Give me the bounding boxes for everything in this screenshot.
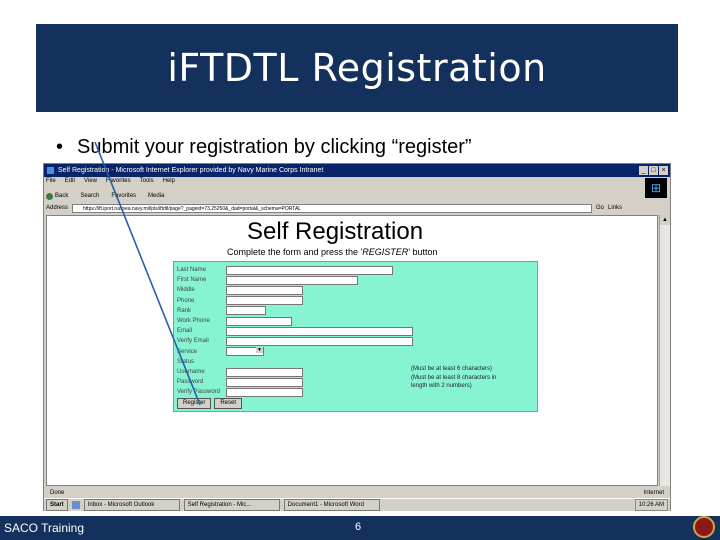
ie-app-icon (47, 167, 54, 174)
password-hint-line1: (Must be at least 8 characters in (411, 375, 497, 381)
form-row: Username (177, 367, 303, 377)
menu-tools[interactable]: Tools (140, 178, 154, 188)
field-label: Email (177, 328, 193, 335)
form-buttons: Register Reset (177, 398, 243, 409)
form-row: Password (177, 377, 303, 387)
reset-button[interactable]: Reset (214, 398, 243, 409)
form-row: Email (177, 326, 413, 336)
field-label: Work Phone (177, 318, 210, 324)
minimize-icon[interactable]: _ (639, 166, 648, 175)
register-button[interactable]: Register (177, 398, 212, 409)
field-label: Verify Email (177, 338, 209, 345)
status-zone: Internet (643, 489, 664, 496)
windows-logo-icon: ⊞ (645, 178, 667, 198)
browser-screenshot: Self Registration - Microsoft Internet E… (43, 163, 671, 511)
maximize-icon[interactable]: □ (649, 166, 658, 175)
field-input[interactable] (226, 285, 303, 295)
field-label: Verify Password (177, 389, 221, 396)
form-row: Verify Email (177, 336, 413, 346)
task-word[interactable]: Document1 - Microsoft Word (283, 499, 380, 511)
field-input[interactable] (226, 265, 393, 275)
form-row: Last Name (177, 265, 393, 275)
menu-edit[interactable]: Edit (65, 178, 75, 188)
field-input[interactable] (226, 326, 413, 336)
username-hint: (Must be at least 6 characters) (411, 366, 493, 372)
password-hint-line2: length with 2 numbers) (411, 383, 472, 389)
close-icon[interactable]: × (659, 166, 668, 175)
slide-footer: SACO Training 6 (0, 516, 720, 540)
service-select[interactable] (226, 347, 264, 357)
favorites-button[interactable]: Favorites (111, 193, 136, 199)
bullet-point: • Submit your registration by clicking “… (56, 136, 472, 159)
field-label: Rank (177, 307, 192, 314)
field-input[interactable] (226, 306, 266, 316)
page-heading: Self Registration (247, 218, 424, 245)
field-label: Username (177, 369, 205, 375)
windows-taskbar: Start Inbox - Microsoft Outlook Self Reg… (44, 498, 670, 511)
bullet-text: Submit your registration by clicking “re… (77, 136, 472, 158)
task-self-registration[interactable]: Self Registration - Mic... (183, 499, 280, 511)
browser-toolbar: Back Search Favorites Media (46, 190, 164, 202)
menu-favorites[interactable]: Favorites (106, 178, 131, 188)
field-input[interactable] (226, 296, 303, 306)
page-content: Self Registration Complete the form and … (46, 215, 658, 486)
field-label: First Name (177, 277, 207, 284)
menu-bar: File Edit View Favorites Tools Help (46, 178, 175, 188)
footer-label: SACO Training (4, 521, 85, 535)
quicklaunch-icon[interactable] (71, 501, 80, 509)
bullet-mark: • (56, 136, 64, 158)
status-text: Done (50, 489, 65, 496)
field-input[interactable] (226, 377, 303, 387)
window-controls: _ □ × (639, 166, 668, 175)
form-row: Middle (177, 285, 303, 295)
tray-clock: 10:26 AM (634, 499, 668, 511)
slide-title: iFTDTL Registration (36, 24, 678, 112)
search-button[interactable]: Search (80, 193, 99, 199)
form-row: Work Phone (177, 316, 292, 326)
back-arrow-icon (46, 192, 53, 200)
field-input[interactable] (226, 316, 292, 326)
field-label: Phone (177, 297, 195, 304)
scroll-up-icon[interactable]: ▲ (660, 215, 670, 225)
vertical-scrollbar[interactable]: ▲ (659, 215, 670, 486)
menu-help[interactable]: Help (163, 178, 175, 188)
task-outlook[interactable]: Inbox - Microsoft Outlook (83, 499, 180, 511)
field-label: Password (177, 379, 204, 386)
form-row: Phone (177, 296, 303, 306)
address-input[interactable]: https://ift.iport.navsea.navy.mil/pls/if… (72, 203, 593, 213)
registration-form: (Must be at least 6 characters) (Must be… (173, 261, 538, 412)
field-label: Middle (177, 287, 195, 294)
menu-file[interactable]: File (46, 178, 56, 188)
field-input[interactable] (226, 387, 303, 397)
go-button[interactable]: Go (596, 205, 604, 211)
media-button[interactable]: Media (148, 193, 164, 199)
form-row: Status (177, 357, 226, 367)
form-row: Verify Password (177, 387, 303, 397)
field-label: Last Name (177, 267, 207, 273)
status-bar: Done Internet (46, 488, 668, 497)
field-label: Status (177, 358, 195, 365)
window-title-bar: Self Registration - Microsoft Internet E… (44, 164, 670, 177)
back-button[interactable]: Back (46, 192, 68, 200)
form-row: Rank (177, 306, 266, 316)
field-input[interactable] (226, 367, 303, 377)
field-label: Service (177, 348, 198, 355)
page-number: 6 (355, 521, 362, 533)
address-bar: Address https://ift.iport.navsea.navy.mi… (46, 202, 666, 214)
navy-seal-icon (693, 516, 715, 538)
menu-view[interactable]: View (84, 178, 97, 188)
field-input[interactable] (226, 336, 413, 346)
start-button[interactable]: Start (46, 499, 68, 511)
form-row: Service (177, 347, 264, 357)
form-row: First Name (177, 275, 358, 285)
field-input[interactable] (226, 275, 358, 285)
page-instructions: Complete the form and press the 'REGISTE… (227, 247, 438, 257)
links-button[interactable]: Links (608, 205, 622, 211)
window-title: Self Registration - Microsoft Internet E… (58, 167, 324, 174)
address-label: Address (46, 205, 69, 211)
